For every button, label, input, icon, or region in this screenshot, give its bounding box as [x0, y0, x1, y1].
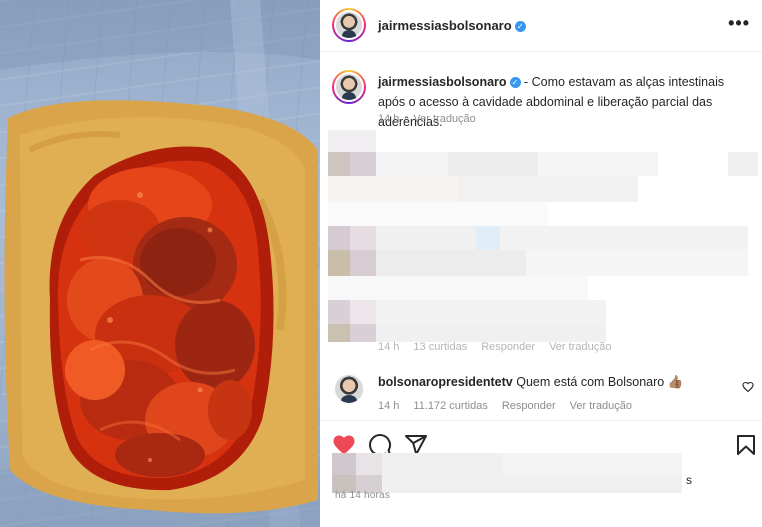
hidden-comment-likes[interactable]: 13 curtidas: [413, 341, 467, 353]
commenter-avatar[interactable]: [334, 374, 364, 404]
caption-author-avatar[interactable]: [332, 70, 366, 104]
comment: bolsonaropresidentetv Quem está com Bols…: [378, 375, 683, 390]
blurred-likes-summary: [332, 453, 682, 493]
more-options-icon[interactable]: •••: [728, 14, 750, 32]
caption-username[interactable]: jairmessiasbolsonaro: [378, 75, 507, 89]
hidden-comment-meta: 14 h 13 curtidas Responder Ver tradução: [378, 341, 625, 353]
post-timestamp: há 14 horas: [335, 490, 391, 501]
comment-reply-button[interactable]: Responder: [502, 400, 556, 412]
post-header: jairmessiasbolsonaro ✓ •••: [320, 0, 762, 52]
post-media-image: [0, 0, 320, 527]
hidden-comment-reply[interactable]: Responder: [481, 341, 535, 353]
verified-badge-icon: ✓: [514, 21, 526, 32]
bookmark-icon[interactable]: [734, 433, 758, 457]
surgery-photo-illustration: [0, 0, 320, 527]
hidden-comment-translate[interactable]: Ver tradução: [549, 341, 611, 353]
comment-likes[interactable]: 11.172 curtidas: [413, 400, 487, 412]
author-avatar[interactable]: [332, 8, 366, 42]
author-username-text[interactable]: jairmessiasbolsonaro: [378, 18, 512, 33]
heart-outline-icon[interactable]: [742, 381, 754, 393]
blurred-comments: [328, 130, 762, 345]
hidden-comment-time: 14 h: [378, 341, 400, 353]
comment-meta: 14 h 11.172 curtidas Responder Ver tradução: [378, 400, 646, 412]
comment-translate-link[interactable]: Ver tradução: [570, 400, 632, 412]
verified-badge-icon: ✓: [509, 77, 521, 88]
likes-summary-trailing: s: [686, 473, 692, 487]
comment-time: 14 h: [378, 400, 400, 412]
caption-time: 14 h: [378, 113, 400, 125]
caption-meta: 14 h Ver tradução: [378, 113, 490, 125]
author-username[interactable]: jairmessiasbolsonaro ✓: [378, 18, 526, 33]
post-actions-bar: s: [320, 420, 762, 527]
comment-text: Quem está com Bolsonaro 👍🏽: [516, 375, 684, 389]
post-details-panel: jairmessiasbolsonaro ✓ ••• jairmessiasbol…: [320, 0, 762, 527]
caption-translate-link[interactable]: Ver tradução: [413, 113, 475, 125]
comment-username[interactable]: bolsonaropresidentetv: [378, 375, 513, 389]
